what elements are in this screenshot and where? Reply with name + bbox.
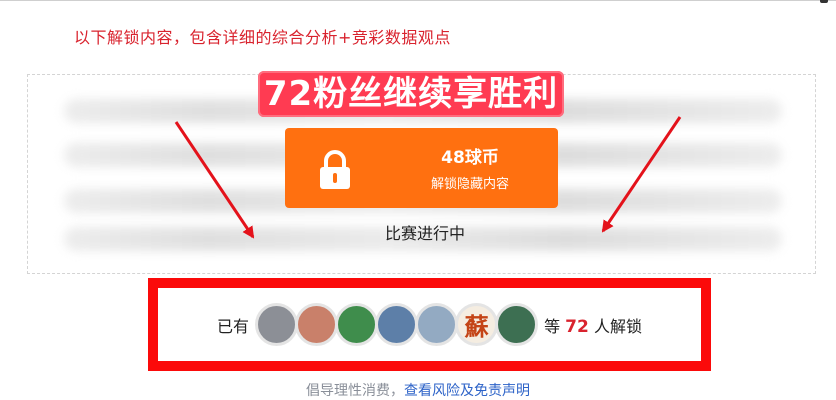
promo-banner: 72粉丝继续享胜利 <box>258 71 564 117</box>
unlock-price: 48球币 <box>441 148 499 168</box>
unlocked-prefix: 已有 <box>217 316 250 336</box>
rational-consumption-note: 倡导理性消费， <box>306 383 404 399</box>
lock-icon <box>320 150 350 189</box>
unlocked-mid: 等 <box>544 316 561 336</box>
person-outdoor-avatar[interactable] <box>415 303 459 346</box>
footer-notice: 倡导理性消费，查看风险及免责声明 <box>0 380 836 400</box>
unlocked-users-highlight: 已有 蘇 等 72 人解锁 <box>148 278 711 371</box>
soccer-players-avatar[interactable] <box>495 303 539 346</box>
match-status: 比赛进行中 <box>384 224 465 243</box>
unlocked-users-row: 已有 蘇 等 72 人解锁 <box>158 288 701 361</box>
cat-photo-avatar[interactable] <box>255 303 299 346</box>
top-divider <box>0 0 836 1</box>
risk-disclaimer-link[interactable]: 查看风险及免责声明 <box>404 383 530 399</box>
unlocked-count-text: 等 72 人解锁 <box>544 313 642 337</box>
sunset-photo-avatar[interactable] <box>295 303 339 346</box>
avatar-glyph: 蘇 <box>464 313 489 341</box>
scroll-indicator <box>820 0 828 3</box>
gift-box-avatar[interactable] <box>335 303 379 346</box>
mountain-lake-avatar[interactable] <box>375 303 419 346</box>
unlock-button-label: 解锁隐藏内容 <box>430 177 509 192</box>
su-character-avatar[interactable]: 蘇 <box>455 303 499 346</box>
unlocked-suffix: 人解锁 <box>593 316 642 336</box>
avatar-list: 蘇 <box>255 303 539 346</box>
unlock-description: 以下解锁内容，包含详细的综合分析+竞彩数据观点 <box>74 28 451 47</box>
unlocked-count: 72 <box>565 316 589 337</box>
unlock-hidden-content-button[interactable]: 48球币 解锁隐藏内容 <box>285 128 558 208</box>
